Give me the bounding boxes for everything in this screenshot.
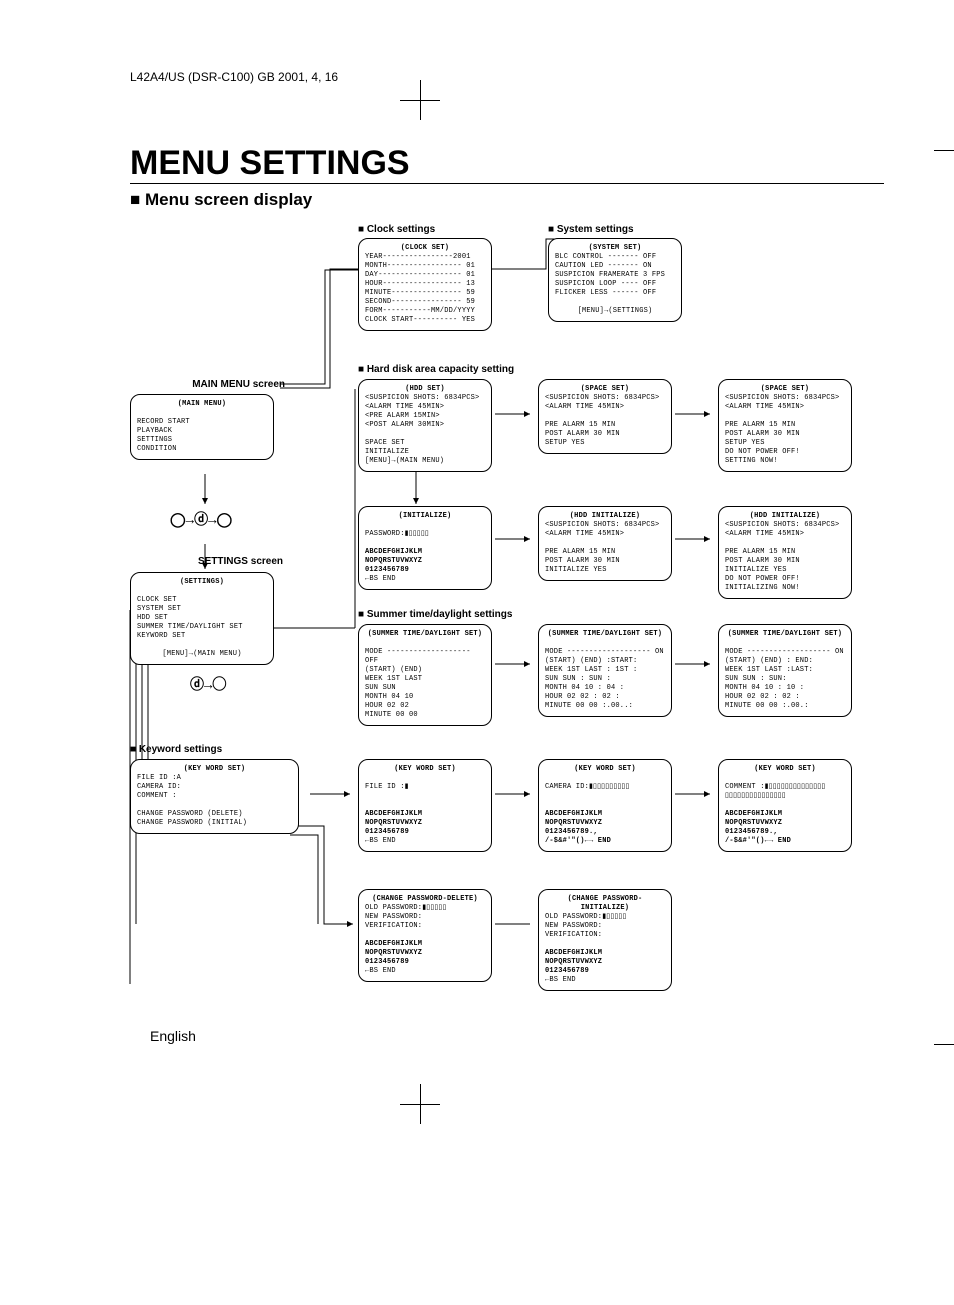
box-hdd-init-a: (HDD INITIALIZE) <SUSPICION SHOTS: 6834P… bbox=[538, 506, 672, 581]
label-keyword: Keyword settings bbox=[130, 744, 222, 755]
box-init: (INITIALIZE) PASSWORD:▮▯▯▯▯▯ ABCDEFGHIJK… bbox=[358, 506, 492, 590]
label-system: System settings bbox=[548, 224, 634, 235]
box-summer-a: (SUMMER TIME/DAYLIGHT SET) MODE --------… bbox=[358, 624, 492, 726]
label-main-menu: MAIN MENU screen bbox=[155, 379, 285, 390]
box-pass-delete: (CHANGE PASSWORD-DELETE) OLD PASSWORD:▮▯… bbox=[358, 889, 492, 982]
diagram-canvas: Clock settings System settings Hard disk… bbox=[100, 224, 860, 1124]
box-main-menu: (MAIN MENU) RECORD START PLAYBACK SETTIN… bbox=[130, 394, 274, 460]
label-settings: SETTINGS screen bbox=[173, 556, 283, 567]
label-hdd: Hard disk area capacity setting bbox=[358, 364, 514, 375]
box-pass-init: (CHANGE PASSWORD-INITIALIZE) OLD PASSWOR… bbox=[538, 889, 672, 991]
footer-language: English bbox=[150, 1028, 196, 1044]
joystick-icon-1: ◯→ⓓ→◯ bbox=[170, 509, 232, 529]
box-clock: (CLOCK SET) YEAR----------------2001 MON… bbox=[358, 238, 492, 331]
box-hdd: (HDD SET) <SUSPICION SHOTS: 6834PCS> <AL… bbox=[358, 379, 492, 472]
label-summer: Summer time/daylight settings bbox=[358, 609, 512, 620]
joystick-icon-2: ⓓ→◯ bbox=[190, 674, 226, 694]
box-summer-b: (SUMMER TIME/DAYLIGHT SET) MODE --------… bbox=[538, 624, 672, 717]
box-keyword-file: (KEY WORD SET) FILE ID :▮ ABCDEFGHIJKLM … bbox=[358, 759, 492, 852]
label-clock: Clock settings bbox=[358, 224, 435, 235]
page-title: MENU SETTINGS bbox=[130, 144, 884, 184]
box-space-a: (SPACE SET) <SUSPICION SHOTS: 6834PCS> <… bbox=[538, 379, 672, 454]
box-hdd-init-b: (HDD INITIALIZE) <SUSPICION SHOTS: 6834P… bbox=[718, 506, 852, 599]
box-space-b: (SPACE SET) <SUSPICION SHOTS: 6834PCS> <… bbox=[718, 379, 852, 472]
doc-header: L42A4/US (DSR-C100) GB 2001, 4, 16 bbox=[130, 70, 884, 84]
box-keyword-comment: (KEY WORD SET) COMMENT :▮▯▯▯▯▯▯▯▯▯▯▯▯▯▯ … bbox=[718, 759, 852, 852]
box-keyword-main: (KEY WORD SET) FILE ID :A CAMERA ID: COM… bbox=[130, 759, 299, 834]
box-system: (SYSTEM SET) BLC CONTROL ------- OFF CAU… bbox=[548, 238, 682, 322]
box-keyword-camera: (KEY WORD SET) CAMERA ID:▮▯▯▯▯▯▯▯▯▯ ABCD… bbox=[538, 759, 672, 852]
page-subtitle: Menu screen display bbox=[130, 190, 884, 210]
box-settings: (SETTINGS) CLOCK SET SYSTEM SET HDD SET … bbox=[130, 572, 274, 665]
box-summer-c: (SUMMER TIME/DAYLIGHT SET) MODE --------… bbox=[718, 624, 852, 717]
